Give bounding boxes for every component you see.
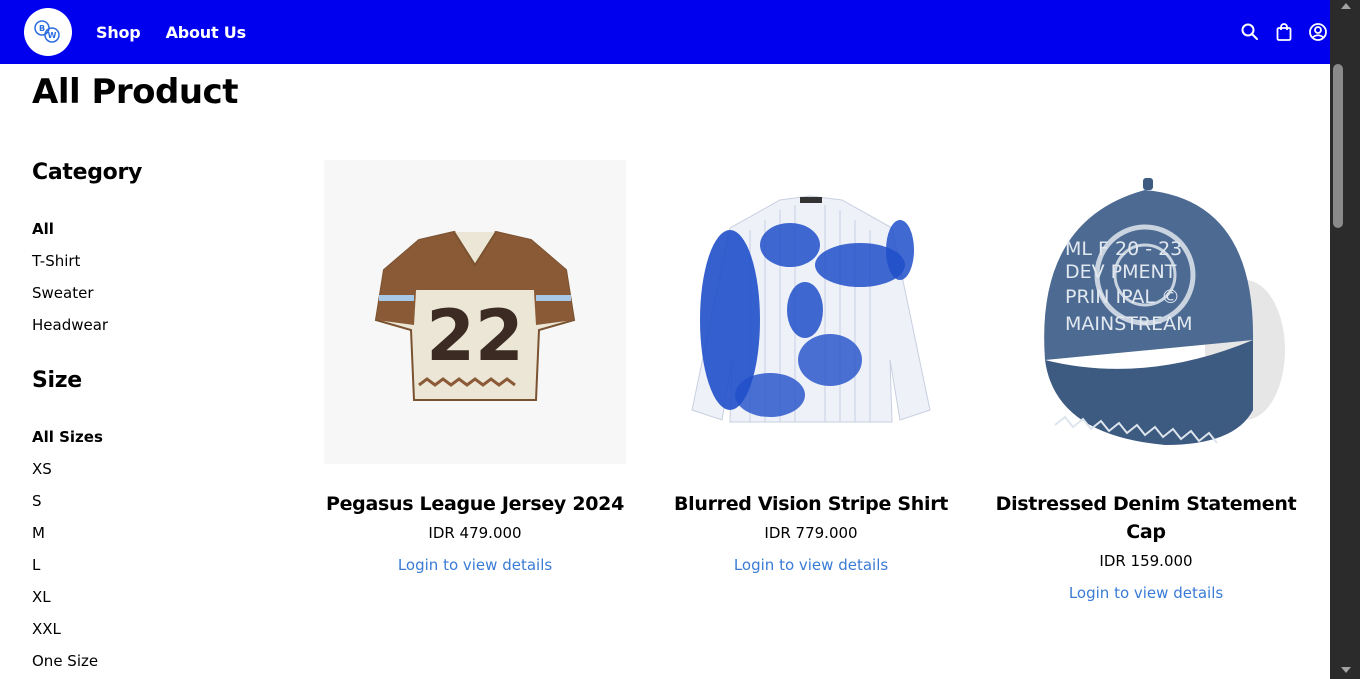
product-image-shirt[interactable] (660, 160, 962, 464)
product-name[interactable]: Blurred Vision Stripe Shirt (646, 490, 976, 518)
size-filter-m[interactable]: M (32, 522, 103, 554)
product-name[interactable]: Pegasus League Jersey 2024 (310, 490, 640, 518)
product-name[interactable]: Distressed Denim Statement Cap (981, 490, 1311, 546)
login-to-view-details-link[interactable]: Login to view details (1069, 582, 1223, 604)
scroll-down-arrow-icon[interactable] (1341, 667, 1351, 673)
size-filter-xs[interactable]: XS (32, 458, 103, 490)
product-image-jersey[interactable]: 22 (324, 160, 626, 464)
svg-text:MAINSTREAM: MAINSTREAM (1065, 313, 1192, 335)
product-card[interactable]: ML F 20 - 23 DEV PMENT PRIN IPAL © MAINS… (981, 160, 1311, 604)
product-price: IDR 479.000 (428, 524, 522, 542)
product-card[interactable]: Blurred Vision Stripe Shirt IDR 779.000 … (646, 160, 976, 576)
logo-icon: B W (34, 20, 60, 43)
product-image-cap[interactable]: ML F 20 - 23 DEV PMENT PRIN IPAL © MAINS… (995, 160, 1297, 464)
login-to-view-details-link[interactable]: Login to view details (734, 554, 888, 576)
size-filter-xxl[interactable]: XXL (32, 618, 103, 650)
product-price: IDR 779.000 (764, 524, 858, 542)
category-filter-all[interactable]: All (32, 218, 108, 250)
login-to-view-details-link[interactable]: Login to view details (398, 554, 552, 576)
scroll-up-arrow-icon[interactable] (1341, 3, 1351, 9)
category-filter-tshirt[interactable]: T-Shirt (32, 250, 108, 282)
size-filter-xl[interactable]: XL (32, 586, 103, 618)
search-icon[interactable] (1240, 22, 1260, 42)
user-account-icon[interactable] (1308, 22, 1328, 42)
size-filter-all-sizes[interactable]: All Sizes (32, 426, 103, 458)
category-heading: Category (32, 160, 143, 185)
nav-link-shop[interactable]: Shop (96, 23, 141, 42)
svg-text:W: W (48, 31, 57, 40)
svg-text:B: B (39, 24, 45, 33)
svg-text:DEV PMENT: DEV PMENT (1065, 261, 1177, 283)
product-card[interactable]: 22 Pegasus League Jersey 2024 IDR 479.00… (310, 160, 640, 576)
shopping-bag-icon[interactable] (1274, 22, 1294, 42)
size-heading: Size (32, 368, 82, 393)
nav-link-about-us[interactable]: About Us (166, 23, 247, 42)
page-title: All Product (32, 72, 238, 112)
category-filter-list: All T-Shirt Sweater Headwear (32, 218, 108, 346)
size-filter-l[interactable]: L (32, 554, 103, 586)
scrollbar[interactable] (1330, 0, 1360, 679)
scrollbar-thumb[interactable] (1333, 64, 1343, 228)
size-filter-s[interactable]: S (32, 490, 103, 522)
size-filter-list: All Sizes XS S M L XL XXL One Size (32, 426, 103, 679)
category-filter-sweater[interactable]: Sweater (32, 282, 108, 314)
svg-text:PRIN IPAL ©: PRIN IPAL © (1065, 286, 1180, 308)
svg-text:ML F 20 - 23: ML F 20 - 23 (1065, 238, 1182, 260)
nav-links: Shop About Us (96, 0, 246, 64)
size-filter-one-size[interactable]: One Size (32, 650, 103, 679)
svg-text:22: 22 (426, 295, 523, 377)
category-filter-headwear[interactable]: Headwear (32, 314, 108, 346)
product-price: IDR 159.000 (1099, 552, 1193, 570)
navbar: B W Shop About Us (0, 0, 1330, 64)
logo[interactable]: B W (24, 8, 72, 56)
nav-icons (1240, 0, 1328, 64)
